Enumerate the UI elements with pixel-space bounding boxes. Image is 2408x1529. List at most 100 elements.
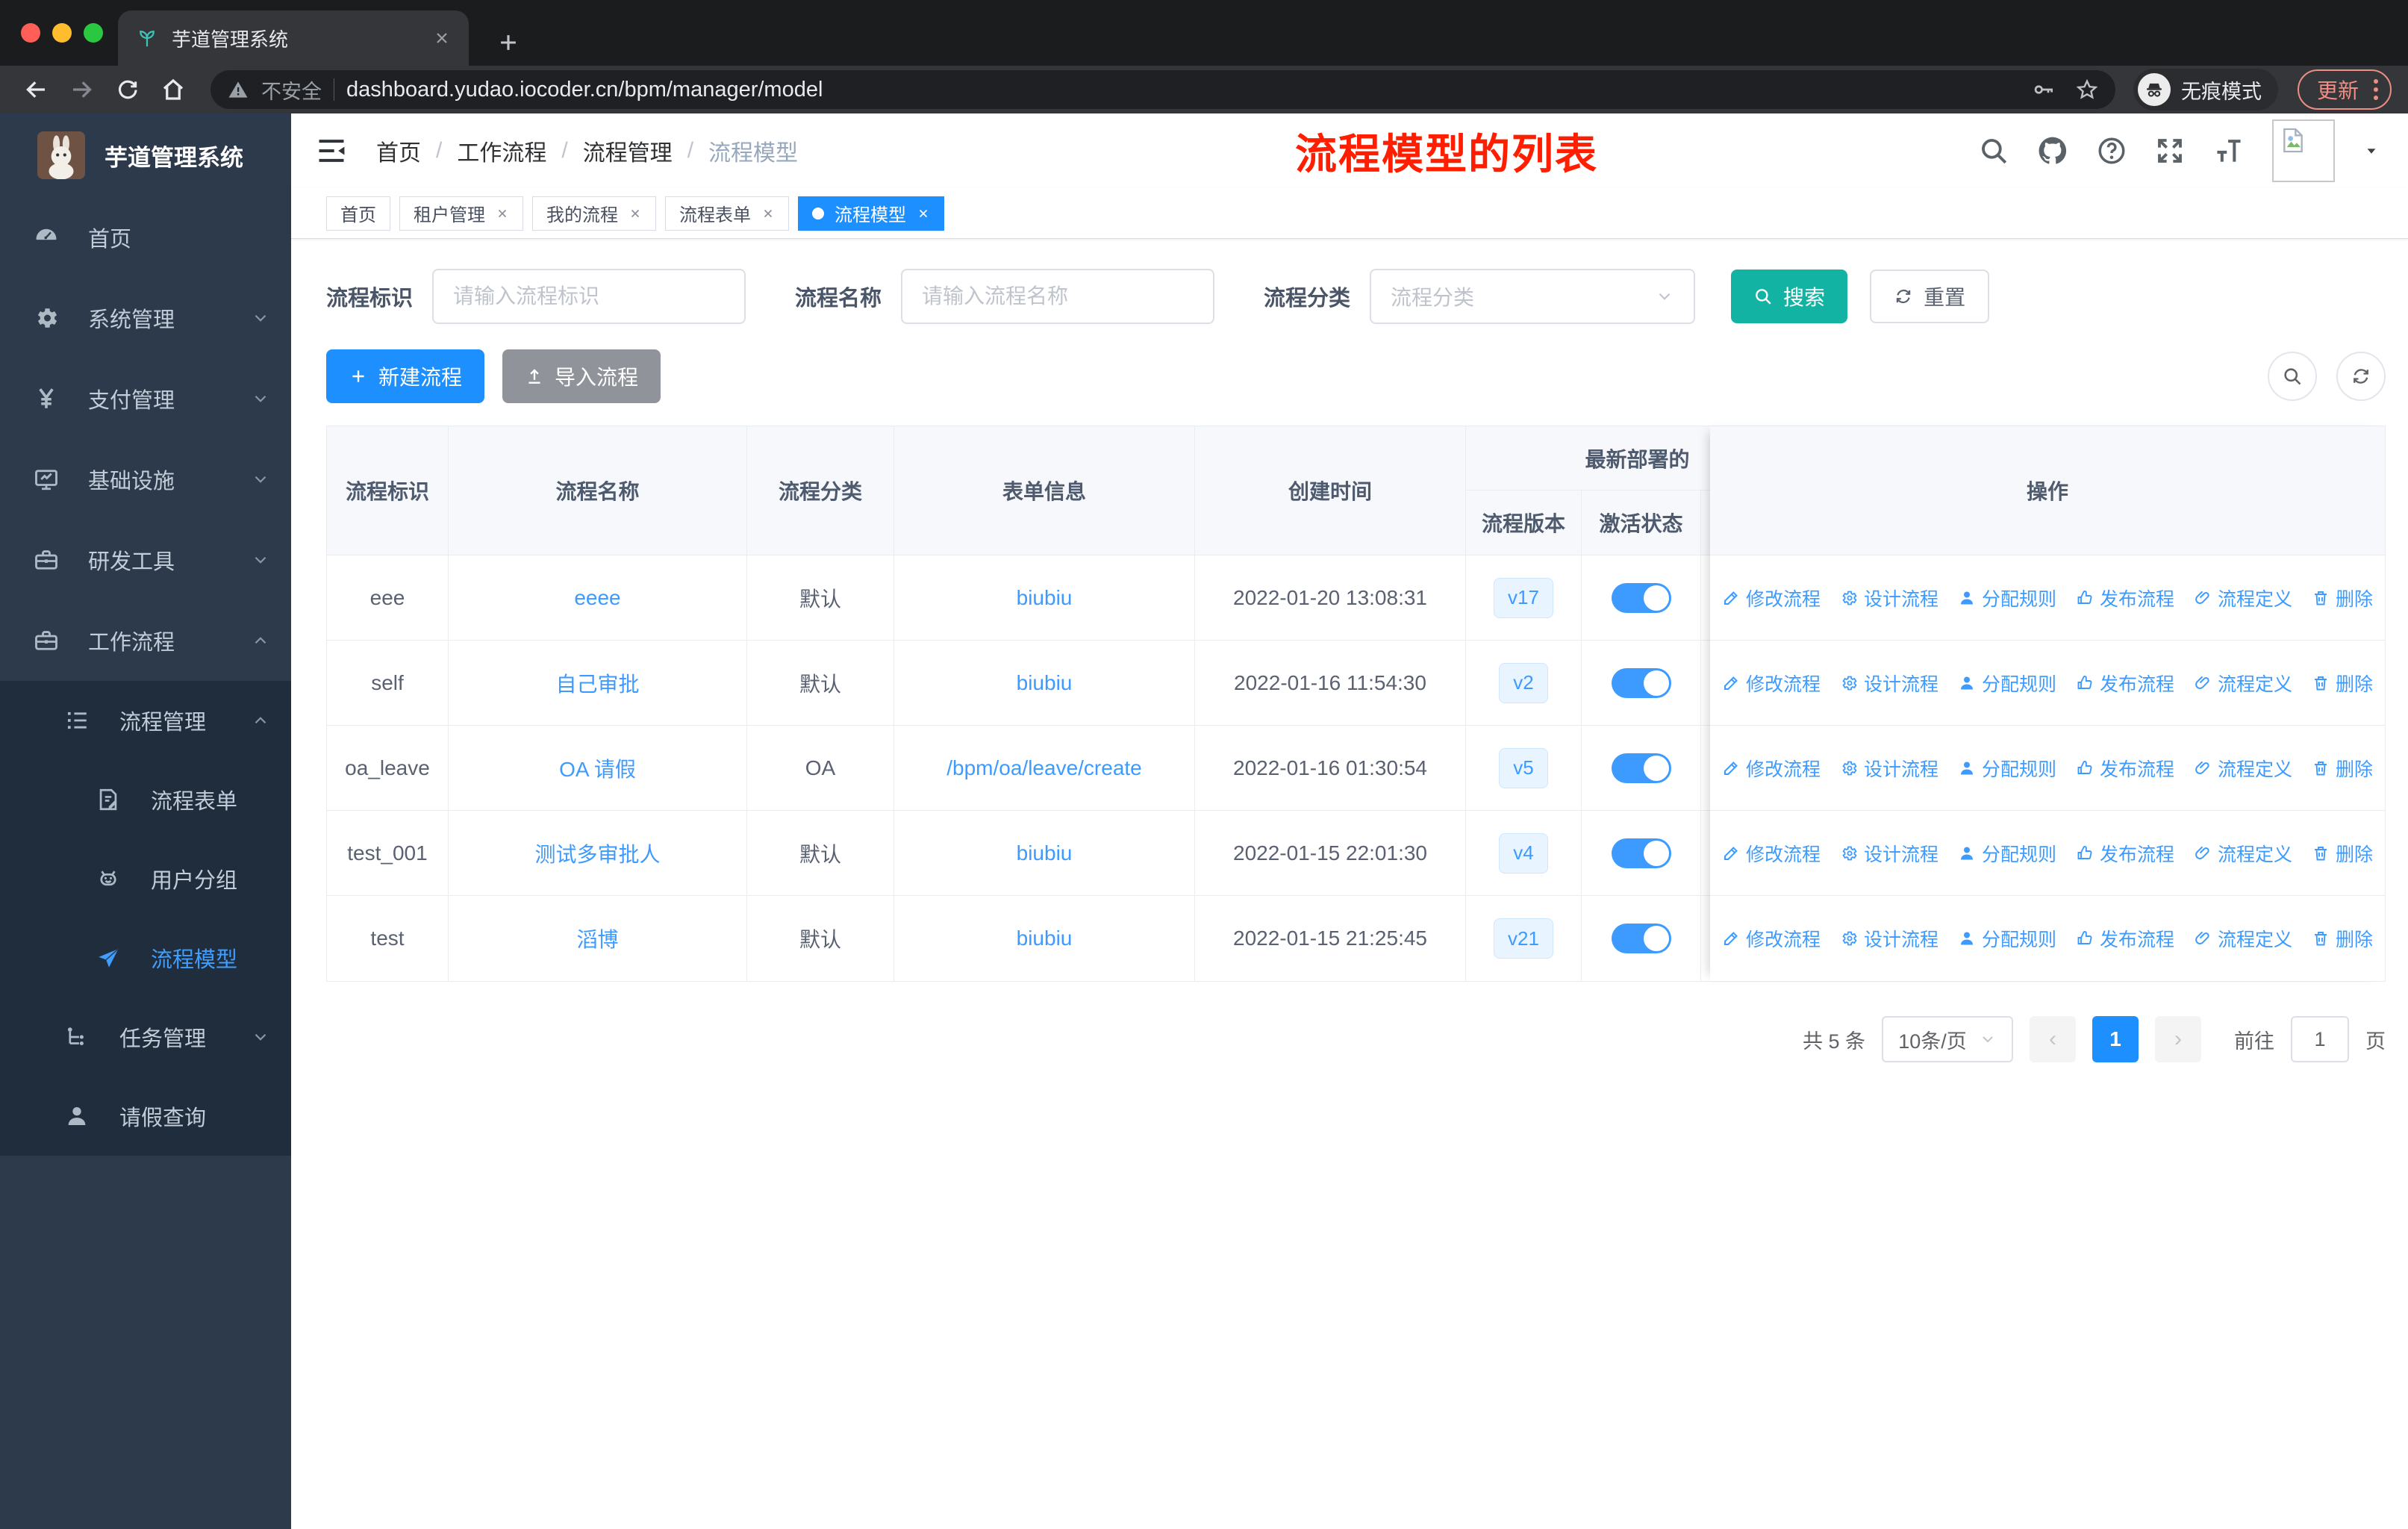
process-name-link[interactable]: OA 请假 — [559, 753, 636, 783]
tag-process-form[interactable]: 流程表单 — [665, 196, 789, 231]
process-name-input[interactable] — [901, 269, 1215, 324]
design-process-action[interactable]: 设计流程 — [1840, 840, 1938, 867]
page-1-button[interactable]: 1 — [2092, 1016, 2139, 1062]
category-select[interactable]: 流程分类 — [1370, 269, 1696, 324]
browser-tab[interactable]: 芋道管理系统 — [118, 10, 469, 66]
modify-process-action[interactable]: 修改流程 — [1722, 840, 1821, 867]
assign-rule-action[interactable]: 分配规则 — [1958, 925, 2056, 952]
assign-rule-action[interactable]: 分配规则 — [1958, 585, 2056, 611]
fullscreen-icon[interactable] — [2154, 135, 2186, 166]
back-button[interactable] — [16, 76, 55, 103]
browser-update-button[interactable]: 更新 — [2297, 69, 2392, 110]
window-controls[interactable] — [21, 23, 103, 43]
sidebar-item-infra[interactable]: 基础设施 — [0, 439, 291, 520]
github-icon[interactable] — [2036, 134, 2069, 167]
close-window-button[interactable] — [21, 23, 40, 43]
sidebar-item-process-form[interactable]: 流程表单 — [0, 760, 291, 839]
address-bar[interactable]: 不安全 dashboard.yudao.iocoder.cn/bpm/manag… — [210, 70, 2115, 109]
delete-action[interactable]: 删除 — [2312, 840, 2373, 867]
publish-process-action[interactable]: 发布流程 — [2076, 585, 2174, 611]
tag-tenant[interactable]: 租户管理 — [399, 196, 523, 231]
tag-home[interactable]: 首页 — [326, 196, 390, 231]
home-button[interactable] — [154, 76, 193, 103]
search-button[interactable]: 搜索 — [1731, 270, 1848, 323]
publish-process-action[interactable]: 发布流程 — [2076, 755, 2174, 782]
sidebar-item-task-management[interactable]: 任务管理 — [0, 997, 291, 1077]
process-definition-action[interactable]: 流程定义 — [2194, 840, 2292, 867]
version-badge[interactable]: v4 — [1499, 832, 1548, 874]
process-definition-action[interactable]: 流程定义 — [2194, 755, 2292, 782]
assign-rule-action[interactable]: 分配规则 — [1958, 755, 2056, 782]
sidebar-fold-icon[interactable] — [315, 134, 348, 167]
process-definition-action[interactable]: 流程定义 — [2194, 925, 2292, 952]
form-info-link[interactable]: biubiu — [1017, 927, 1073, 950]
sidebar-item-process-model[interactable]: 流程模型 — [0, 918, 291, 997]
process-name-link[interactable]: 自己审批 — [555, 668, 639, 698]
import-process-button[interactable]: 导入流程 — [502, 349, 661, 403]
delete-action[interactable]: 删除 — [2312, 670, 2373, 697]
modify-process-action[interactable]: 修改流程 — [1722, 670, 1821, 697]
assign-rule-action[interactable]: 分配规则 — [1958, 670, 2056, 697]
sidebar-item-home[interactable]: 首页 — [0, 197, 291, 278]
delete-action[interactable]: 删除 — [2312, 585, 2373, 611]
design-process-action[interactable]: 设计流程 — [1840, 925, 1938, 952]
design-process-action[interactable]: 设计流程 — [1840, 585, 1938, 611]
show-search-button[interactable] — [2268, 352, 2317, 401]
create-process-button[interactable]: 新建流程 — [326, 349, 485, 403]
tag-close-icon[interactable] — [496, 207, 509, 220]
design-process-action[interactable]: 设计流程 — [1840, 755, 1938, 782]
publish-process-action[interactable]: 发布流程 — [2076, 840, 2174, 867]
active-toggle[interactable] — [1611, 924, 1671, 953]
zoom-window-button[interactable] — [84, 23, 103, 43]
font-size-icon[interactable] — [2212, 134, 2245, 167]
goto-page-input[interactable] — [2291, 1016, 2349, 1062]
bookmark-star-icon[interactable] — [2075, 78, 2099, 102]
refresh-table-button[interactable] — [2336, 352, 2386, 401]
form-info-link[interactable]: biubiu — [1017, 841, 1073, 865]
modify-process-action[interactable]: 修改流程 — [1722, 755, 1821, 782]
process-name-link[interactable]: eeee — [574, 586, 620, 610]
active-toggle[interactable] — [1611, 838, 1671, 868]
active-toggle[interactable] — [1611, 667, 1671, 698]
help-icon[interactable] — [2096, 135, 2127, 166]
sidebar-item-system[interactable]: 系统管理 — [0, 278, 291, 358]
tag-my-process[interactable]: 我的流程 — [532, 196, 656, 231]
key-icon[interactable] — [2032, 78, 2056, 102]
delete-action[interactable]: 删除 — [2312, 925, 2373, 952]
minimize-window-button[interactable] — [52, 23, 72, 43]
assign-rule-action[interactable]: 分配规则 — [1958, 840, 2056, 867]
process-name-link[interactable]: 测试多审批人 — [534, 838, 660, 868]
active-toggle[interactable] — [1611, 582, 1671, 613]
version-badge[interactable]: v21 — [1494, 918, 1553, 959]
version-badge[interactable]: v2 — [1499, 662, 1548, 703]
process-name-link[interactable]: 滔博 — [576, 924, 618, 953]
publish-process-action[interactable]: 发布流程 — [2076, 925, 2174, 952]
search-icon[interactable] — [1978, 135, 2009, 166]
publish-process-action[interactable]: 发布流程 — [2076, 670, 2174, 697]
tag-close-icon[interactable] — [761, 207, 775, 220]
tag-close-icon[interactable] — [917, 207, 930, 220]
modify-process-action[interactable]: 修改流程 — [1722, 925, 1821, 952]
sidebar-item-user-group[interactable]: 用户分组 — [0, 839, 291, 918]
next-page-button[interactable]: › — [2155, 1016, 2201, 1062]
new-tab-button[interactable] — [496, 30, 521, 55]
prev-page-button[interactable]: ‹ — [2030, 1016, 2076, 1062]
tag-process-model[interactable]: 流程模型 — [798, 196, 944, 231]
forward-button[interactable] — [63, 76, 102, 103]
sidebar-item-leave-query[interactable]: 请假查询 — [0, 1077, 291, 1156]
version-badge[interactable]: v5 — [1499, 747, 1548, 788]
design-process-action[interactable]: 设计流程 — [1840, 670, 1938, 697]
delete-action[interactable]: 删除 — [2312, 755, 2373, 782]
avatar[interactable] — [2272, 119, 2335, 182]
breadcrumb-home[interactable]: 首页 — [376, 134, 421, 167]
modify-process-action[interactable]: 修改流程 — [1722, 585, 1821, 611]
form-info-link[interactable]: biubiu — [1017, 671, 1073, 695]
caret-down-icon[interactable] — [2362, 141, 2381, 161]
process-definition-action[interactable]: 流程定义 — [2194, 585, 2292, 611]
sidebar-item-process-management[interactable]: 流程管理 — [0, 681, 291, 760]
reload-button[interactable] — [109, 77, 146, 102]
process-key-input[interactable] — [432, 269, 746, 324]
sidebar-item-payment[interactable]: 支付管理 — [0, 358, 291, 439]
form-info-link[interactable]: /bpm/oa/leave/create — [946, 756, 1142, 780]
reset-button[interactable]: 重置 — [1870, 270, 1990, 323]
